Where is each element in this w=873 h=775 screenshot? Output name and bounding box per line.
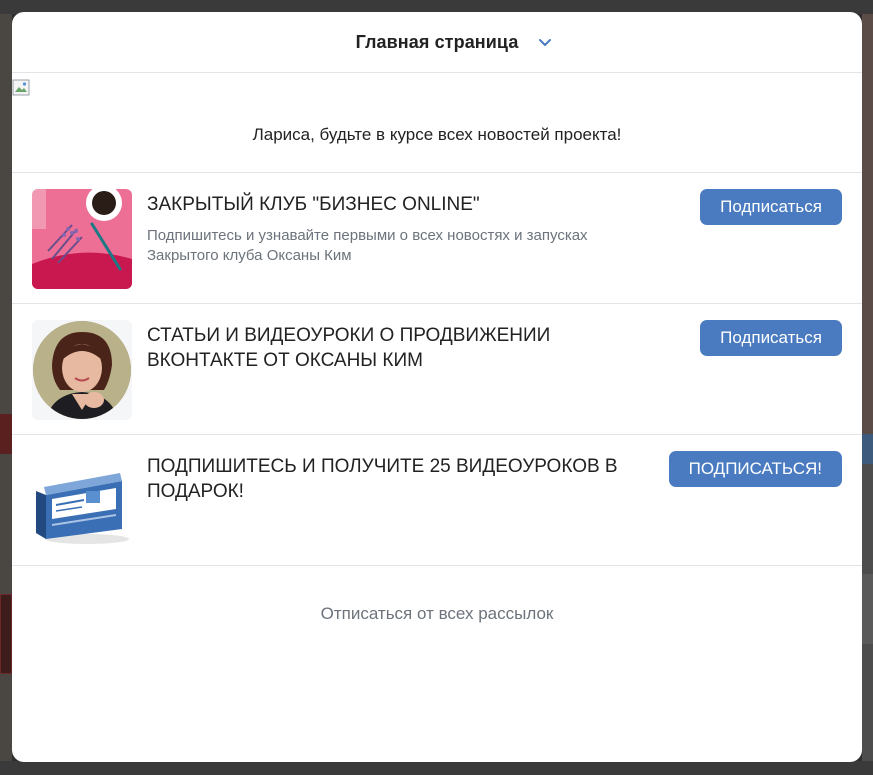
chevron-down-icon[interactable] — [538, 34, 552, 48]
subscriptions-modal: Главная страница Лариса, будьте в курсе … — [12, 12, 862, 762]
list-item: ПОДПИШИТЕСЬ И ПОЛУЧИТЕ 25 ВИДЕОУРОКОВ В … — [12, 435, 862, 566]
list-item: СТАТЬИ И ВИДЕОУРОКИ О ПРОДВИЖЕНИИ ВКОНТА… — [12, 304, 862, 435]
group-thumbnail — [32, 320, 132, 420]
modal-header: Главная страница — [12, 12, 862, 73]
greeting-text: Лариса, будьте в курсе всех новостей про… — [252, 125, 622, 144]
modal-title[interactable]: Главная страница — [356, 32, 519, 53]
group-title[interactable]: ПОДПИШИТЕСЬ И ПОЛУЧИТЕ 25 ВИДЕОУРОКОВ В … — [147, 454, 627, 504]
group-title[interactable]: ЗАКРЫТЫЙ КЛУБ "БИЗНЕС ONLINE" — [147, 192, 627, 217]
subscribe-button[interactable]: ПОДПИСАТЬСЯ! — [668, 451, 842, 487]
broken-image-icon — [12, 79, 32, 97]
background-bottom — [0, 761, 873, 775]
cover-area: Лариса, будьте в курсе всех новостей про… — [12, 73, 862, 173]
subscribe-button[interactable]: Подписаться — [700, 320, 842, 356]
background-right — [862, 14, 873, 775]
list-item: ЗАКРЫТЫЙ КЛУБ "БИЗНЕС ONLINE" Подпишитес… — [12, 173, 862, 304]
group-thumbnail — [32, 189, 132, 289]
group-description: Подпишитесь и узнавайте первыми о всех н… — [147, 227, 588, 264]
unsubscribe-all-link[interactable]: Отписаться от всех рассылок — [12, 604, 862, 624]
group-title[interactable]: СТАТЬИ И ВИДЕОУРОКИ О ПРОДВИЖЕНИИ ВКОНТА… — [147, 323, 627, 373]
background-left — [0, 14, 12, 775]
group-thumbnail — [32, 451, 132, 551]
subscribe-button[interactable]: Подписаться — [700, 189, 842, 225]
